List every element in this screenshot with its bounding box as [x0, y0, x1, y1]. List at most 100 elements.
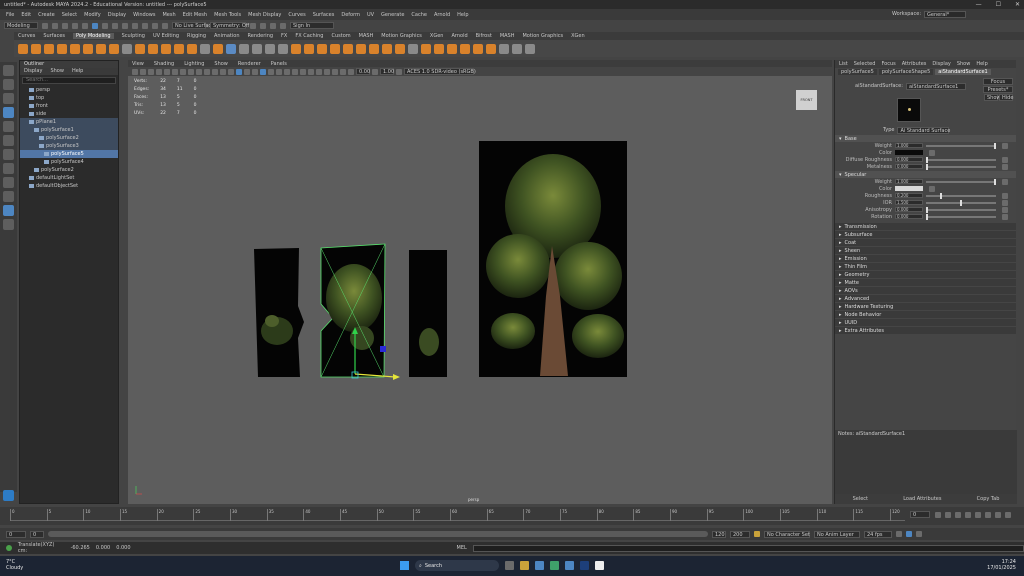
attribute-slider[interactable]	[926, 213, 996, 220]
menu-display[interactable]: Display	[108, 12, 126, 18]
section-specular[interactable]: ▾ Specular	[835, 171, 1016, 178]
outliner-item[interactable]: front	[20, 102, 118, 110]
undo-icon[interactable]	[72, 22, 78, 29]
outliner-item[interactable]: top	[20, 94, 118, 102]
ambient-occlusion-icon[interactable]	[284, 68, 290, 75]
go-to-end-icon[interactable]	[1005, 512, 1011, 518]
slider-handle[interactable]	[926, 163, 928, 170]
select-button[interactable]: Select	[853, 496, 868, 502]
append-polygon-icon[interactable]	[343, 43, 353, 54]
color-management-icon[interactable]	[396, 68, 402, 75]
bevel-icon[interactable]	[265, 43, 275, 54]
grid-icon[interactable]	[226, 43, 236, 54]
sweep-mesh-icon[interactable]	[122, 43, 132, 54]
attribute-value-field[interactable]: 0.000	[895, 214, 923, 219]
shelf-tab-motion-graphics[interactable]: Motion Graphics	[381, 33, 422, 39]
wireframe-icon[interactable]	[236, 68, 242, 75]
attribute-slider[interactable]	[926, 163, 996, 170]
quadrangulate-icon[interactable]	[486, 43, 496, 54]
map-button-icon[interactable]	[1002, 206, 1008, 213]
paint-select-tool-icon[interactable]	[3, 93, 14, 104]
select-component-icon[interactable]	[112, 22, 118, 29]
collapsed-section[interactable]: ▸ Geometry	[835, 271, 1016, 278]
collapsed-section[interactable]: ▸ Transmission	[835, 223, 1016, 230]
close-button[interactable]: ✕	[1015, 1, 1020, 8]
menu-create[interactable]: Create	[38, 12, 55, 18]
poly-cube-icon[interactable]	[31, 43, 41, 54]
menu-curves[interactable]: Curves	[288, 12, 305, 18]
menu-surfaces[interactable]: Surfaces	[313, 12, 335, 18]
shelf-tab-fx-caching[interactable]: FX Caching	[295, 33, 323, 39]
isolate-select-icon[interactable]	[316, 68, 322, 75]
shelf-tab-curves[interactable]: Curves	[18, 33, 35, 39]
live-surface-dropdown[interactable]: No Live Surface	[172, 22, 214, 29]
outliner-menu-display[interactable]: Display	[24, 68, 42, 75]
edge-icon[interactable]	[535, 561, 544, 570]
gamma-icon[interactable]	[372, 68, 378, 75]
range-end-field[interactable]: 200	[730, 530, 750, 538]
collapsed-section[interactable]: ▸ AOVs	[835, 287, 1016, 294]
triangulate-icon[interactable]	[473, 43, 483, 54]
plane-panel-3[interactable]	[409, 250, 447, 377]
maya-taskbar-icon[interactable]	[565, 561, 574, 570]
menu-select[interactable]: Select	[62, 12, 77, 18]
poly-torus-icon[interactable]	[70, 43, 80, 54]
attribute-slider[interactable]	[926, 156, 996, 163]
render-icon[interactable]	[250, 22, 256, 29]
range-start-field[interactable]: 0	[6, 530, 26, 538]
map-button-icon[interactable]	[1002, 142, 1008, 149]
plane-panel-2-selected[interactable]	[320, 243, 400, 380]
move-tool-icon[interactable]	[3, 107, 14, 118]
render-settings-icon[interactable]	[270, 22, 276, 29]
menu-edit-mesh[interactable]: Edit Mesh	[183, 12, 207, 18]
view-transform-dropdown[interactable]: ACES 1.0 SDR-video (sRGB)	[404, 68, 476, 75]
loop-icon[interactable]	[896, 531, 902, 537]
hypershade-icon[interactable]	[280, 22, 286, 29]
attr-tab-polysurface5[interactable]: polySurface5	[838, 69, 877, 75]
unreal-icon[interactable]	[595, 561, 604, 570]
snap-view-icon[interactable]	[152, 22, 158, 29]
shelf-tab-fx[interactable]: FX	[281, 33, 287, 39]
bridge-icon[interactable]	[252, 43, 262, 54]
plane-panel-1[interactable]	[254, 248, 304, 377]
attribute-value-field[interactable]: 1.000	[895, 143, 923, 148]
new-scene-icon[interactable]	[42, 22, 48, 29]
outliner-item[interactable]: polySurface1	[20, 126, 118, 134]
file-explorer-icon[interactable]	[520, 561, 529, 570]
current-frame-field[interactable]: 0	[910, 511, 930, 518]
outliner-menu-show[interactable]: Show	[50, 68, 64, 75]
conform-icon[interactable]	[460, 43, 470, 54]
motion-blur-icon[interactable]	[292, 68, 298, 75]
scene-geometry[interactable]	[128, 76, 832, 504]
section-base[interactable]: ▾ Base	[835, 135, 1016, 142]
outliner-item[interactable]: pPlane1	[20, 118, 118, 126]
attribute-value-field[interactable]: 1.000	[895, 179, 923, 184]
single-view-icon[interactable]	[3, 163, 14, 174]
collapse-icon[interactable]	[408, 43, 418, 54]
reverse-normals-icon[interactable]	[447, 43, 457, 54]
poke-icon[interactable]	[382, 43, 392, 54]
menu-generate[interactable]: Generate	[381, 12, 404, 18]
attr-menu-display[interactable]: Display	[932, 61, 950, 67]
snap-curve-icon[interactable]	[132, 22, 138, 29]
viewport-persp[interactable]: Verts: 22 7 0 Edges: 34 11 0 Faces: 13 5 0 Tris: 13 5 0…	[128, 76, 832, 504]
poly-plane-icon[interactable]	[83, 43, 93, 54]
time-slider[interactable]: 0 5 10 15 20 25 30 35 40 45 50 55 60 65 70 75 80 85 90 95 10…	[0, 507, 1024, 525]
vp-menu-show[interactable]: Show	[214, 61, 228, 67]
play-forwards-icon[interactable]	[975, 512, 981, 518]
poly-sphere-icon[interactable]	[18, 43, 28, 54]
menu-edit[interactable]: Edit	[21, 12, 31, 18]
shelf-tab-arnold[interactable]: Arnold	[451, 33, 467, 39]
vp-menu-renderer[interactable]: Renderer	[238, 61, 261, 67]
attr-menu-help[interactable]: Help	[976, 61, 987, 67]
platonic-solid-icon[interactable]	[109, 43, 119, 54]
step-back-frame-icon[interactable]	[955, 512, 961, 518]
menu-deform[interactable]: Deform	[341, 12, 360, 18]
attr-tab-aistandardsurface1[interactable]: aiStandardSurface1	[935, 69, 991, 75]
outliner-item[interactable]: polySurface2	[20, 134, 118, 142]
select-object-icon[interactable]	[102, 22, 108, 29]
color-swatch[interactable]	[895, 150, 923, 155]
gate-mask-icon[interactable]	[204, 68, 210, 75]
attr-menu-focus[interactable]: Focus	[881, 61, 895, 67]
menu-uv[interactable]: UV	[367, 12, 374, 18]
